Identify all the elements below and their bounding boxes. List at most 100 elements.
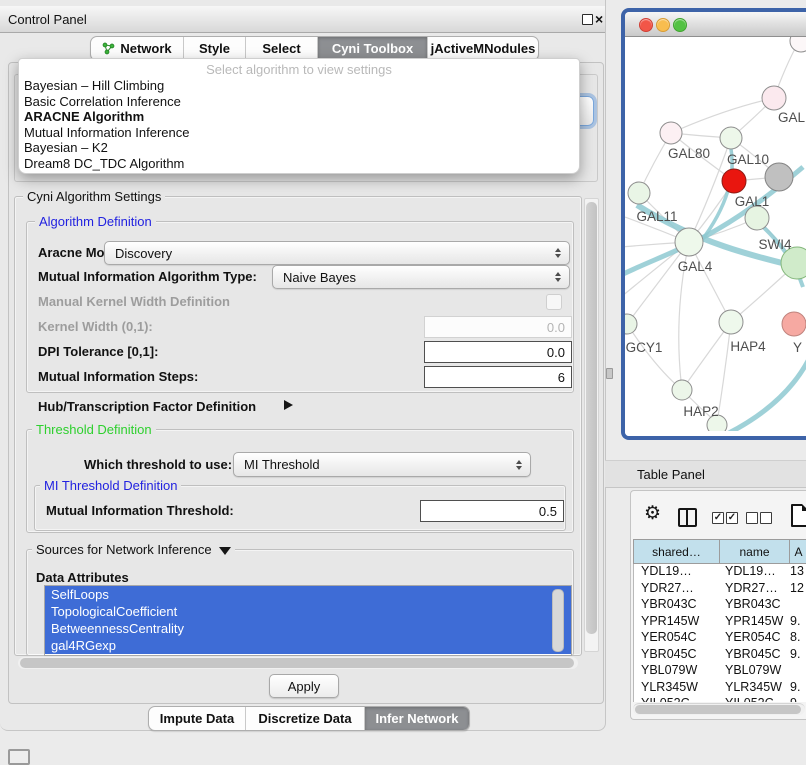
network-canvas[interactable]: GAL GAL80 GAL10 GAL1 GAL11 SWI4 GAL4 GCY…	[625, 37, 806, 436]
list-item[interactable]: SelfLoops	[45, 586, 571, 603]
mi-threshold-title: MI Threshold Definition	[40, 478, 181, 493]
column-header[interactable]: A	[790, 540, 806, 563]
list-item[interactable]: BetweennessCentrality	[45, 620, 571, 637]
combo-stepper-icon	[555, 272, 561, 282]
column-header[interactable]: shared…	[634, 540, 720, 563]
settings-hscroll-thumb[interactable]	[20, 658, 574, 668]
float-window-icon[interactable]	[582, 14, 593, 25]
close-icon[interactable]: ×	[595, 11, 603, 27]
network-node[interactable]	[782, 312, 806, 336]
expand-arrow-icon[interactable]	[284, 400, 293, 410]
network-node[interactable]	[660, 122, 682, 144]
list-vscroll-thumb[interactable]	[552, 589, 564, 652]
deselect-all-icon[interactable]	[760, 512, 772, 524]
settings-horizontal-scrollbar[interactable]	[18, 657, 578, 669]
tab-discretize-data[interactable]: Discretize Data	[245, 707, 364, 730]
combo-stepper-icon	[516, 460, 522, 470]
table-row[interactable]: YER054CYER054C8.	[634, 630, 806, 647]
mi-threshold-field[interactable]: 0.5	[420, 500, 564, 522]
table-hscroll-thumb[interactable]	[635, 705, 801, 714]
dropdown-item[interactable]: Bayesian – K2	[19, 140, 579, 156]
list-item[interactable]: TopologicalCoefficient	[45, 603, 571, 620]
gear-icon[interactable]: ⚙	[644, 504, 661, 523]
dpi-tolerance-label: DPI Tolerance [0,1]:	[38, 344, 158, 359]
table-horizontal-scrollbar[interactable]	[633, 703, 805, 715]
hub-definition-label[interactable]: Hub/Transcription Factor Definition	[38, 399, 256, 414]
minimize-traffic-light[interactable]	[656, 18, 670, 32]
select-all-icon[interactable]: ✓	[712, 512, 724, 524]
network-node[interactable]	[719, 310, 743, 334]
mi-steps-label: Mutual Information Steps:	[38, 369, 198, 384]
dropdown-item[interactable]: Mutual Information Inference	[19, 125, 579, 141]
docked-panel-icon[interactable]	[8, 749, 30, 765]
control-panel-titlebar: Control Panel	[0, 6, 605, 33]
network-node[interactable]	[628, 182, 650, 204]
tab-jactivemnodules-label: jActiveMNodules	[431, 41, 536, 56]
node-label: GAL1	[735, 194, 770, 209]
dpi-tolerance-field[interactable]: 0.0	[424, 341, 572, 363]
table-row[interactable]: YLR345WYLR345W9.	[634, 680, 806, 697]
tab-jactivemnodules[interactable]: jActiveMNodules	[427, 37, 538, 60]
table-row[interactable]: YBR045CYBR045C9.	[634, 647, 806, 664]
close-traffic-light[interactable]	[639, 18, 653, 32]
tab-infer-network-label: Infer Network	[375, 711, 458, 726]
settings-vscroll-thumb[interactable]	[586, 202, 597, 634]
table-row[interactable]: YPR145WYPR145W9.	[634, 614, 806, 631]
node-label: GCY1	[626, 340, 663, 355]
select-all-icon[interactable]: ✓	[726, 512, 738, 524]
network-node[interactable]	[625, 314, 637, 334]
tab-style[interactable]: Style	[183, 37, 245, 60]
dropdown-item[interactable]: Basic Correlation Inference	[19, 94, 579, 110]
mi-algorithm-type-combo[interactable]: Naive Bayes	[272, 265, 570, 289]
split-divider-handle[interactable]	[606, 368, 613, 379]
list-item[interactable]: gal4RGexp	[45, 637, 571, 654]
table-panel-title: Table Panel	[637, 467, 705, 482]
network-node[interactable]	[790, 37, 806, 52]
table-row[interactable]: YBR043CYBR043C	[634, 597, 806, 614]
dropdown-item[interactable]: Dream8 DC_TDC Algorithm	[19, 156, 579, 172]
apply-button[interactable]: Apply	[269, 674, 339, 698]
node-label: GAL11	[636, 209, 677, 224]
settings-vertical-scrollbar[interactable]	[584, 198, 599, 652]
node-label: HAP2	[683, 404, 718, 419]
dropdown-item[interactable]: Bayesian – Hill Climbing	[19, 78, 579, 94]
node-label: GAL4	[678, 259, 713, 274]
combo-stepper-icon	[555, 248, 561, 258]
network-node[interactable]	[765, 163, 793, 191]
tab-impute-data-label: Impute Data	[160, 711, 234, 726]
table-row[interactable]: YDR27…YDR27…12	[634, 581, 806, 598]
network-node-selected[interactable]	[722, 169, 746, 193]
network-node[interactable]	[672, 380, 692, 400]
network-node[interactable]	[675, 228, 703, 256]
node-label: SWI4	[758, 237, 791, 252]
data-attributes-label: Data Attributes	[36, 570, 129, 585]
table-row[interactable]: YBL079WYBL079W	[634, 663, 806, 680]
tab-cyni-toolbox[interactable]: Cyni Toolbox	[317, 37, 427, 60]
table-row[interactable]: YDL19…YDL19…13	[634, 564, 806, 581]
zoom-traffic-light[interactable]	[673, 18, 687, 32]
which-threshold-combo[interactable]: MI Threshold	[233, 452, 531, 477]
deselect-all-icon[interactable]	[746, 512, 758, 524]
aracne-mode-combo[interactable]: Discovery	[104, 241, 570, 265]
tab-infer-network[interactable]: Infer Network	[364, 707, 469, 730]
network-window-titlebar[interactable]	[625, 12, 806, 37]
dropdown-item-selected[interactable]: ARACNE Algorithm	[19, 109, 579, 125]
mi-steps-field[interactable]: 6	[424, 366, 572, 388]
tab-select[interactable]: Select	[245, 37, 317, 60]
tab-impute-data[interactable]: Impute Data	[149, 707, 245, 730]
table-toolbar: ⚙ ✓ ✓	[631, 491, 806, 537]
column-header[interactable]: name	[720, 540, 790, 563]
tab-network[interactable]: Network	[91, 37, 183, 60]
node-label: HAP4	[730, 339, 766, 354]
kernel-width-field[interactable]: 0.0	[424, 316, 572, 338]
network-node[interactable]	[720, 127, 742, 149]
new-table-icon[interactable]	[791, 504, 806, 527]
columns-icon[interactable]	[678, 508, 697, 527]
sources-title[interactable]: Sources for Network Inference	[32, 542, 235, 557]
manual-kernel-width-checkbox[interactable]	[546, 294, 562, 310]
collapse-arrow-icon	[219, 547, 231, 555]
tab-select-label: Select	[262, 41, 300, 56]
table-row[interactable]: YIL052CYIL052C9	[634, 696, 806, 702]
network-node[interactable]	[745, 206, 769, 230]
network-node[interactable]	[762, 86, 786, 110]
